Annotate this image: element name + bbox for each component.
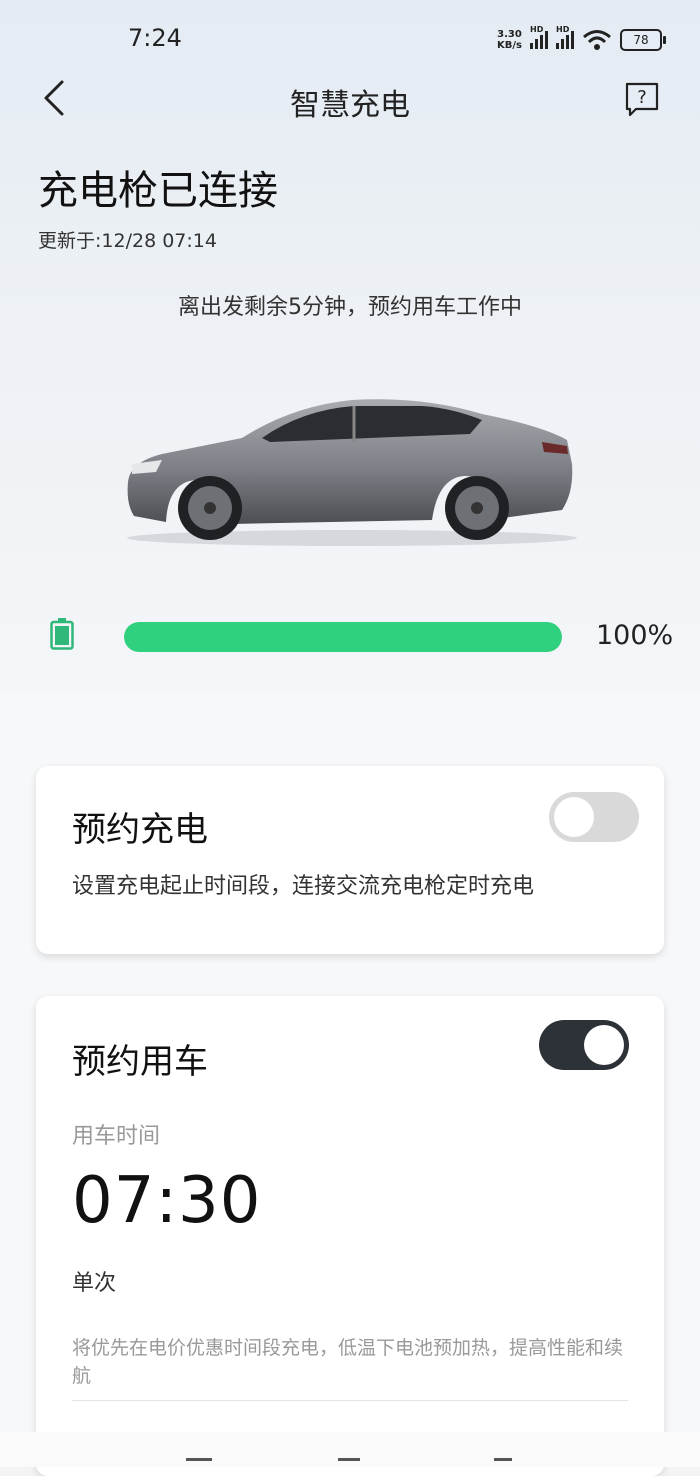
charging-status-title: 充电枪已连接	[38, 168, 278, 214]
reserve-vehicle-toggle[interactable]	[539, 1020, 629, 1070]
use-time-label: 用车时间	[72, 1124, 161, 1149]
reserve-vehicle-title: 预约用车	[72, 1042, 208, 1082]
battery-progress-fill	[124, 622, 562, 652]
signal-icon-2: HD	[556, 25, 574, 49]
car-image	[127, 399, 577, 546]
network-speed-unit: KB/s	[497, 40, 522, 51]
reserve-charge-description: 设置充电起止时间段，连接交流充电枪定时充电	[72, 874, 535, 899]
menu-nav-icon[interactable]	[186, 1458, 212, 1461]
reserve-charge-toggle[interactable]	[549, 792, 639, 842]
use-frequency[interactable]: 单次	[72, 1265, 116, 1297]
signal-badge-2: HD	[556, 25, 570, 34]
network-speed: 3.30 KB/s	[497, 29, 522, 51]
battery-progress-bar	[124, 622, 562, 652]
svg-text:?: ?	[637, 87, 647, 108]
updated-time: 更新于:12/28 07:14	[38, 230, 217, 252]
status-time: 7:24	[128, 24, 182, 52]
status-icons: 3.30 KB/s HD HD 78	[497, 25, 666, 54]
network-speed-value: 3.30	[497, 29, 522, 40]
divider	[72, 1400, 628, 1401]
signal-badge: HD	[530, 25, 544, 34]
reserve-vehicle-note: 将优先在电价优惠时间段充电，低温下电池预加热，提高性能和续航	[72, 1337, 624, 1387]
battery-percent: 100%	[596, 620, 674, 651]
page-header-title: 智慧充电	[290, 88, 410, 123]
signal-icon: HD	[530, 25, 548, 49]
help-icon[interactable]: ?	[624, 81, 660, 117]
battery-icon	[50, 618, 74, 650]
charging-status-message: 离出发剩余5分钟，预约用车工作中	[178, 295, 522, 320]
status-battery-icon: 78	[620, 29, 666, 51]
system-nav-bar	[0, 1432, 700, 1467]
reserve-charge-title: 预约充电	[72, 810, 208, 850]
wifi-icon	[583, 30, 611, 50]
home-nav-icon[interactable]	[338, 1458, 360, 1461]
toggle-knob	[554, 797, 594, 837]
back-nav-icon[interactable]	[494, 1458, 512, 1461]
use-time-value[interactable]: 07:30	[72, 1164, 261, 1238]
toggle-knob	[584, 1025, 624, 1065]
